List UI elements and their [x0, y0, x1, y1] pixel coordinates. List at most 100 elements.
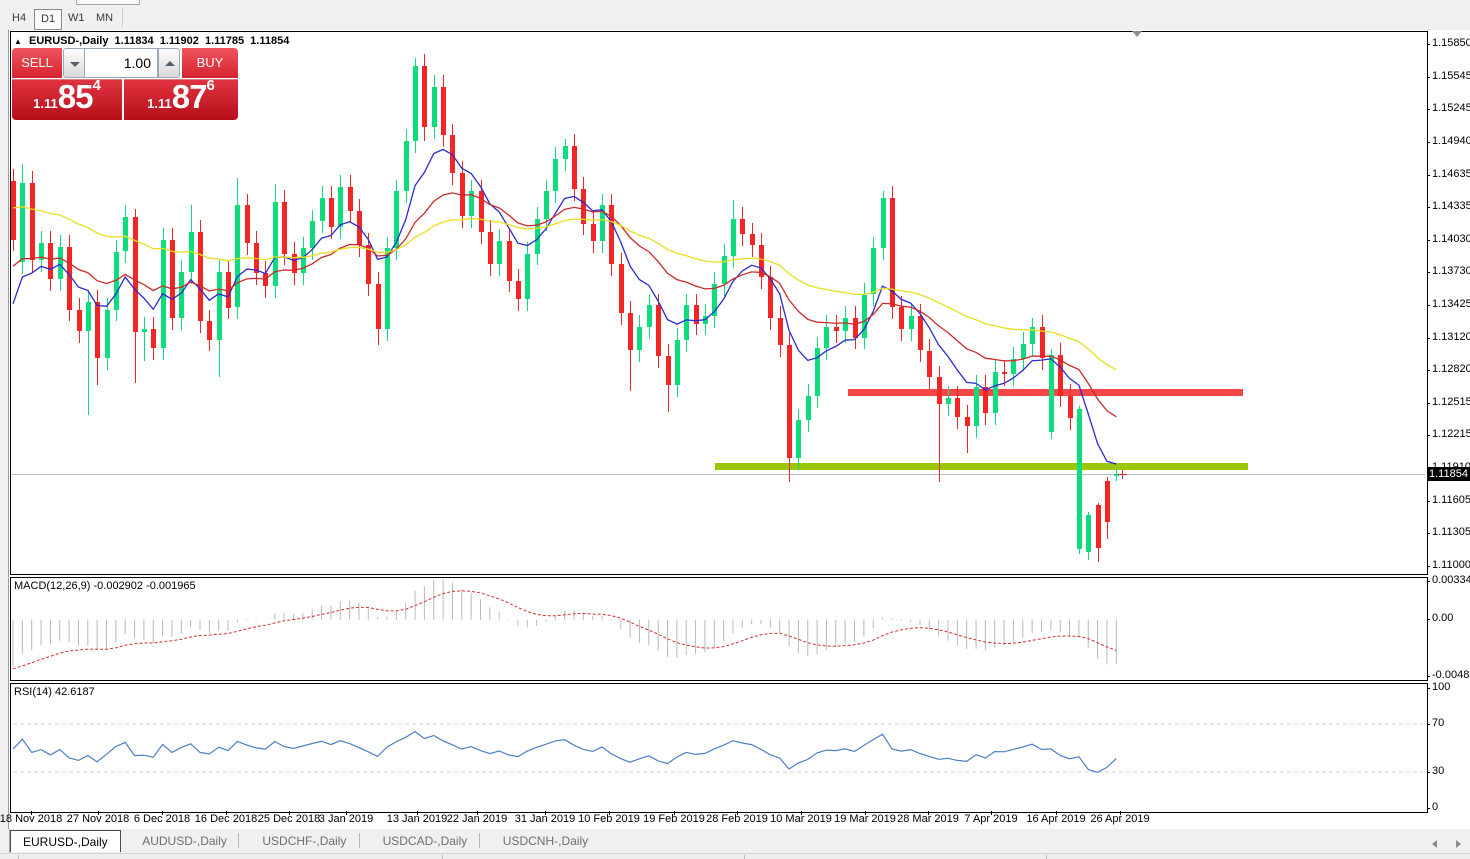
date-axis-tick	[1056, 811, 1057, 815]
rsi-plot	[11, 684, 1425, 810]
price-axis-tick	[1427, 370, 1430, 371]
price-axis-label: 1.11305	[1432, 526, 1470, 538]
date-axis-tick	[346, 811, 347, 815]
status-separator	[442, 855, 443, 859]
price-axis-tick	[1427, 305, 1430, 306]
tab-separator	[479, 833, 480, 848]
date-axis-tick	[674, 811, 675, 815]
price-axis-label: 1.15245	[1432, 102, 1470, 114]
price-axis-tick	[1427, 501, 1430, 502]
price-axis-tick	[1427, 240, 1430, 241]
price-axis-tick	[1427, 566, 1430, 567]
chart-tab-usdcad[interactable]: USDCAD-,Daily	[371, 830, 480, 852]
macd-axis-label: 0.00	[1432, 612, 1453, 624]
date-axis-tick	[31, 811, 32, 815]
buy-button[interactable]: BUY	[182, 48, 238, 78]
tab-scroll-left-icon[interactable]	[1432, 840, 1437, 848]
price-axis-tick	[1427, 175, 1430, 176]
chart-scroll-marker-icon[interactable]	[1132, 31, 1142, 37]
status-separator	[18, 855, 19, 859]
triangle-up-icon	[165, 61, 175, 66]
date-axis-tick	[289, 811, 290, 815]
chart-tab-eurusd[interactable]: EURUSD-,Daily	[10, 830, 121, 852]
date-axis-tick	[162, 811, 163, 815]
toolbar-remnant	[76, 0, 140, 5]
price-axis-label: 1.15545	[1432, 70, 1470, 82]
volume-input[interactable]: 1.00	[84, 48, 158, 78]
price-axis-label: 1.14635	[1432, 168, 1470, 180]
triangle-down-icon	[70, 62, 80, 67]
chart-tab-bar: EURUSD-,Daily AUDUSD-,Daily USDCHF-,Daily U…	[0, 829, 1470, 853]
price-axis-label: 1.12820	[1432, 363, 1470, 375]
timeframe-button-mn[interactable]: MN	[90, 9, 119, 28]
macd-pane[interactable]	[10, 577, 1428, 681]
timeframe-button-h4[interactable]: H4	[6, 9, 32, 28]
chart-symbol: EURUSD-,Daily	[29, 35, 108, 47]
rsi-indicator-label: RSI(14) 42.6187	[14, 686, 95, 698]
buy-price-prefix: 1.11	[147, 96, 172, 111]
sell-price-panel[interactable]: 1.11854	[12, 79, 122, 120]
buy-price-sup: 6	[206, 77, 214, 94]
rsi-axis-label: 0	[1432, 801, 1438, 813]
tab-separator	[359, 833, 360, 848]
price-axis-label: 1.13120	[1432, 331, 1470, 343]
macd-axis-tick	[1427, 581, 1430, 582]
macd-plot	[11, 578, 1425, 678]
price-axis-tick	[1427, 533, 1430, 534]
rsi-axis-label: 100	[1432, 681, 1450, 693]
left-dock-rail	[0, 30, 9, 829]
date-axis-tick	[1120, 811, 1121, 815]
price-axis-label: 1.14030	[1432, 233, 1470, 245]
rsi-pane[interactable]	[10, 683, 1428, 813]
rsi-value: 42.6187	[55, 686, 95, 698]
price-axis-label: 1.11605	[1432, 494, 1470, 506]
price-axis-label: 1.14940	[1432, 135, 1470, 147]
timeframe-button-w1[interactable]: W1	[62, 9, 91, 28]
volume-increase-button[interactable]	[158, 48, 180, 78]
price-axis-label: 1.15850	[1432, 37, 1470, 49]
current-price-tag: 1.11854	[1427, 467, 1470, 481]
chart-tab-usdcnh[interactable]: USDCNH-,Daily	[491, 830, 600, 852]
status-separator	[1046, 855, 1047, 859]
buy-price-big: 87	[172, 78, 207, 115]
price-axis-label: 1.11000	[1432, 559, 1470, 571]
chart-tab-audusd[interactable]: AUDUSD-,Daily	[130, 830, 239, 852]
date-axis-tick	[609, 811, 610, 815]
chart-tab-usdchf[interactable]: USDCHF-,Daily	[250, 830, 358, 852]
date-axis-tick	[477, 811, 478, 815]
tab-separator	[238, 833, 239, 848]
macd-main-value: -0.002902	[93, 580, 143, 592]
macd-axis-label: 0.003346	[1432, 574, 1470, 586]
date-axis-tick	[801, 811, 802, 815]
tab-scroll-right-icon[interactable]	[1456, 840, 1461, 848]
toolbar-separator	[122, 7, 123, 27]
rsi-axis-tick	[1427, 688, 1430, 689]
price-axis-tick	[1427, 403, 1430, 404]
status-separator	[744, 855, 745, 859]
sell-button[interactable]: SELL	[12, 48, 62, 78]
timeframe-button-d1[interactable]: D1	[34, 9, 62, 30]
volume-decrease-button[interactable]	[63, 48, 85, 78]
sell-price-prefix: 1.11	[33, 96, 58, 111]
date-axis-tick	[98, 811, 99, 815]
macd-signal-value: -0.001965	[146, 580, 196, 592]
date-axis-tick	[928, 811, 929, 815]
price-axis-label: 1.13425	[1432, 298, 1470, 310]
macd-axis-label: -0.004885	[1432, 669, 1470, 681]
date-axis-tick	[737, 811, 738, 815]
macd-axis-tick	[1427, 619, 1430, 620]
sell-price-sup: 4	[92, 77, 100, 94]
symbol-triangle-icon: ▲	[14, 37, 22, 46]
price-axis-tick	[1427, 44, 1430, 45]
ohlc-close: 1.11854	[250, 35, 289, 47]
macd-indicator-label: MACD(12,26,9) -0.002902 -0.001965	[14, 580, 196, 592]
status-bar	[0, 853, 1470, 859]
price-axis-label: 1.13730	[1432, 265, 1470, 277]
timeframe-toolbar: H4D1W1MN	[0, 0, 1470, 31]
date-axis-tick	[226, 811, 227, 815]
date-axis-tick	[417, 811, 418, 815]
buy-price-panel[interactable]: 1.11876	[124, 79, 238, 120]
ohlc-low: 1.11785	[205, 35, 244, 47]
price-axis-label: 1.14335	[1432, 200, 1470, 212]
date-axis-tick	[545, 811, 546, 815]
